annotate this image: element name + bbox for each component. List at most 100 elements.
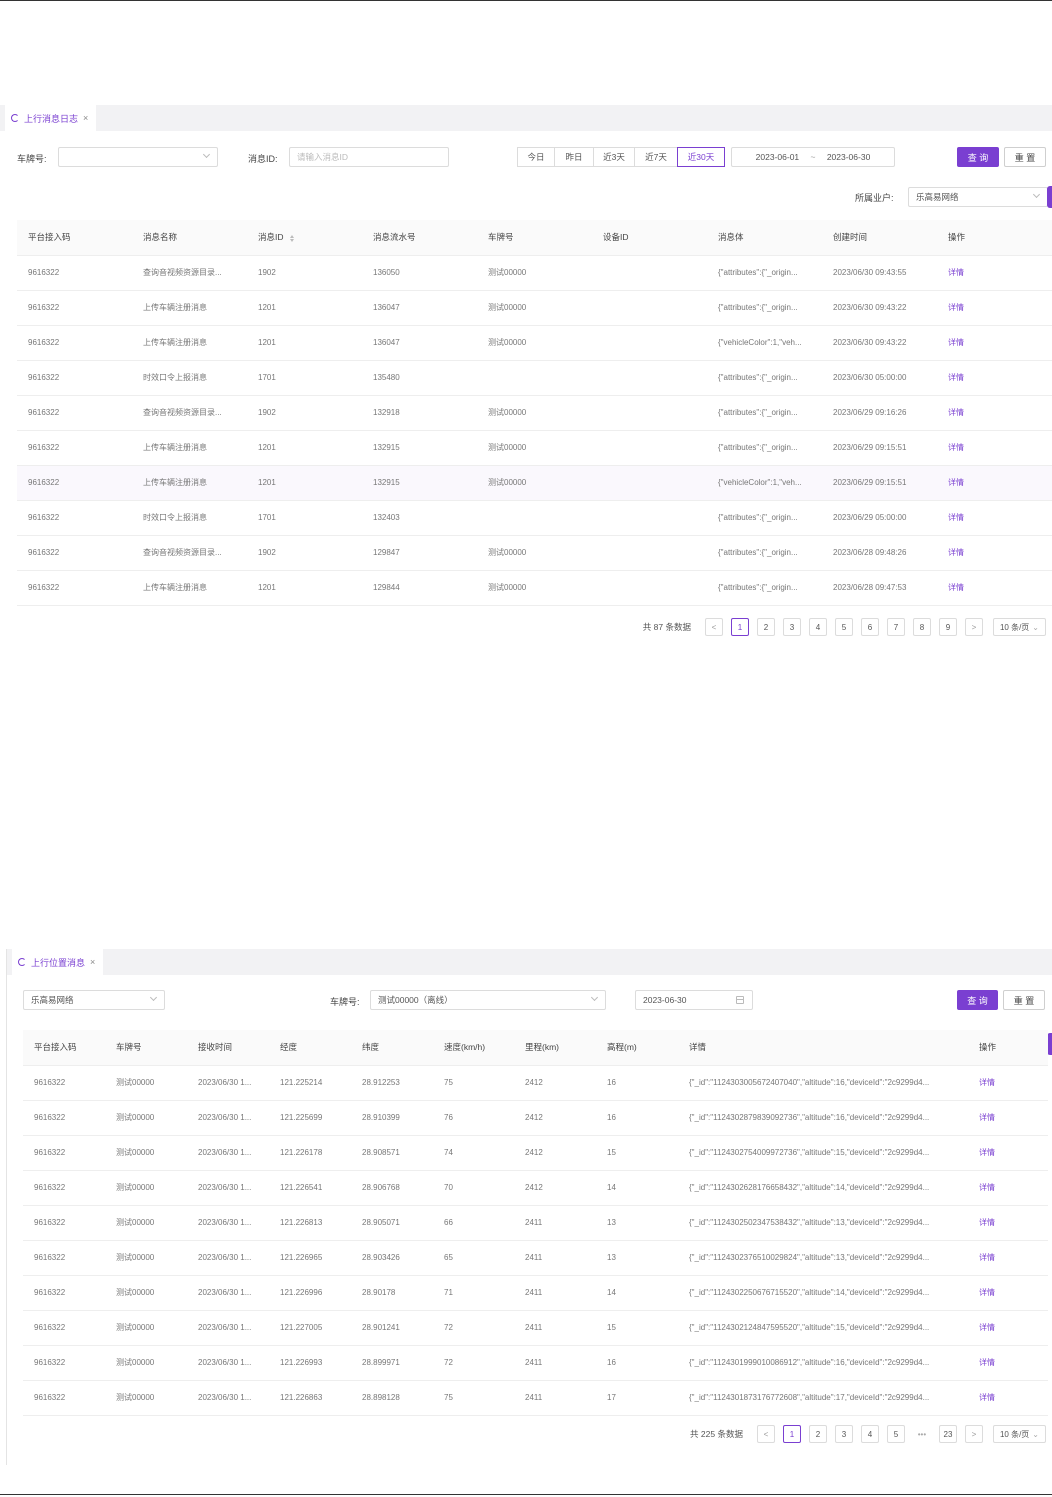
range-30days[interactable]: 近30天 (677, 147, 725, 167)
tab-location-message[interactable]: 上行位置消息 × (12, 949, 104, 975)
page-button-8[interactable]: 8 (912, 618, 931, 636)
msgid-input[interactable]: 请输入消息ID (289, 147, 449, 167)
page-button-4[interactable]: 4 (860, 1425, 879, 1443)
range-yesterday[interactable]: 昨日 (554, 147, 594, 167)
date-picker[interactable]: 2023-06-30 (635, 990, 753, 1010)
table-row: 9616322 时效口令上报消息 1701 132403 {"attributes":{… (17, 500, 1052, 536)
detail-link[interactable]: 详情 (937, 255, 1052, 291)
close-icon[interactable]: × (90, 957, 95, 967)
cell: 测试00000 (105, 1170, 187, 1206)
bottom-page-rule (0, 1494, 1052, 1495)
cell: 9616322 (23, 1380, 105, 1416)
detail-link[interactable]: 详情 (937, 465, 1052, 501)
cell: {"attributes":{"_origin... (707, 535, 822, 571)
cell: 121.226178 (269, 1135, 351, 1171)
tab-message-log[interactable]: 上行消息日志 × (5, 105, 97, 131)
page-button-4[interactable]: 4 (808, 618, 827, 636)
page-button-3[interactable]: 3 (782, 618, 801, 636)
page-button-2[interactable]: 2 (808, 1425, 827, 1443)
chevron-down-icon: ⌄ (1032, 1429, 1039, 1439)
range-today[interactable]: 今日 (517, 147, 555, 167)
cell (592, 290, 707, 326)
col-message-id[interactable]: 消息ID (247, 220, 362, 256)
page-ellipsis[interactable]: ••• (912, 1425, 931, 1443)
detail-link[interactable]: 详情 (968, 1240, 1048, 1276)
close-icon[interactable]: × (83, 113, 88, 123)
page-button-5[interactable]: 5 (834, 618, 853, 636)
table-header-row: 平台接入码 车牌号 接收时间 经度 纬度 速度(km/h) 里程(km) 高程(… (23, 1030, 1048, 1066)
cell: {"attributes":{"_origin... (707, 500, 822, 536)
detail-link[interactable]: 详情 (968, 1380, 1048, 1416)
cell: 查询音视频资源目录... (132, 255, 247, 291)
cell: 9616322 (17, 360, 132, 396)
page-size-select[interactable]: 10 条/页 ⌄ (992, 618, 1046, 636)
cell: 121.226813 (269, 1205, 351, 1241)
detail-link[interactable]: 详情 (968, 1065, 1048, 1101)
page-size-value: 10 条/页 (999, 1429, 1030, 1439)
detail-link[interactable]: 详情 (968, 1100, 1048, 1136)
cell: 70 (433, 1170, 514, 1206)
detail-link[interactable]: 详情 (937, 290, 1052, 326)
cell: 28.908571 (351, 1135, 433, 1171)
date-range-picker[interactable]: 2023-06-01 ~ 2023-06-30 (731, 147, 895, 167)
range-3days[interactable]: 近3天 (593, 147, 635, 167)
detail-link[interactable]: 详情 (968, 1205, 1048, 1241)
page-button-7[interactable]: 7 (886, 618, 905, 636)
cell: 上传车辆注册消息 (132, 290, 247, 326)
page-button-1[interactable]: 1 (730, 618, 749, 636)
query-button[interactable]: 查 询 (957, 990, 998, 1010)
cell: 132915 (362, 465, 477, 501)
cell: 28.906768 (351, 1170, 433, 1206)
cell: 129844 (362, 570, 477, 606)
detail-link[interactable]: 详情 (937, 395, 1052, 431)
page-button-1[interactable]: 1 (782, 1425, 801, 1443)
next-page-button[interactable]: > (964, 618, 983, 636)
col-platform-code: 平台接入码 (23, 1030, 105, 1066)
cell: 测试00000 (105, 1205, 187, 1241)
detail-link[interactable]: 详情 (937, 430, 1052, 466)
page-button-3[interactable]: 3 (834, 1425, 853, 1443)
reset-button[interactable]: 重 置 (1003, 990, 1045, 1010)
detail-link[interactable]: 详情 (968, 1275, 1048, 1311)
table-row: 9616322 测试00000 2023/06/30 1... 121.225214 2… (23, 1065, 1048, 1101)
cell: 测试00000 (105, 1135, 187, 1171)
page-button-6[interactable]: 6 (860, 618, 879, 636)
prev-page-button[interactable]: < (704, 618, 723, 636)
detail-link[interactable]: 详情 (968, 1310, 1048, 1346)
cell: 132918 (362, 395, 477, 431)
reset-button[interactable]: 重 置 (1004, 147, 1046, 167)
page-button-2[interactable]: 2 (756, 618, 775, 636)
table-row: 9616322 测试00000 2023/06/30 1... 121.226863 2… (23, 1380, 1048, 1416)
range-7days[interactable]: 近7天 (634, 147, 678, 167)
page-size-select[interactable]: 10 条/页 ⌄ (992, 1425, 1046, 1443)
detail-link[interactable]: 详情 (937, 360, 1052, 396)
plate-select[interactable]: 测试00000（离线） (370, 990, 606, 1010)
cell: 2023/06/30 09:43:55 (822, 255, 937, 291)
cell: 时效口令上报消息 (132, 500, 247, 536)
cell (592, 255, 707, 291)
detail-link[interactable]: 详情 (937, 535, 1052, 571)
tenant-select[interactable]: 乐高易网络 (23, 990, 165, 1010)
chevron-down-icon: ⌄ (1032, 622, 1039, 632)
detail-link[interactable]: 详情 (937, 500, 1052, 536)
cell: 测试00000 (105, 1100, 187, 1136)
col-created-time: 创建时间 (822, 220, 937, 256)
detail-link[interactable]: 详情 (968, 1170, 1048, 1206)
prev-page-button[interactable]: < (756, 1425, 775, 1443)
cell: 16 (596, 1065, 678, 1101)
plate-select[interactable] (58, 147, 218, 167)
detail-link[interactable]: 详情 (937, 325, 1052, 361)
next-page-button[interactable]: > (964, 1425, 983, 1443)
detail-link[interactable]: 详情 (937, 570, 1052, 606)
tenant-select[interactable]: 乐高易网络 (908, 187, 1048, 207)
cell: 9616322 (17, 430, 132, 466)
page-button-23[interactable]: 23 (938, 1425, 957, 1443)
detail-link[interactable]: 详情 (968, 1135, 1048, 1171)
page-button-5[interactable]: 5 (886, 1425, 905, 1443)
query-button[interactable]: 查 询 (957, 147, 999, 167)
side-drawer-handle[interactable] (1047, 186, 1052, 208)
page-button-9[interactable]: 9 (938, 618, 957, 636)
detail-link[interactable]: 详情 (968, 1345, 1048, 1381)
sort-icon[interactable] (289, 234, 294, 242)
cell: 135480 (362, 360, 477, 396)
